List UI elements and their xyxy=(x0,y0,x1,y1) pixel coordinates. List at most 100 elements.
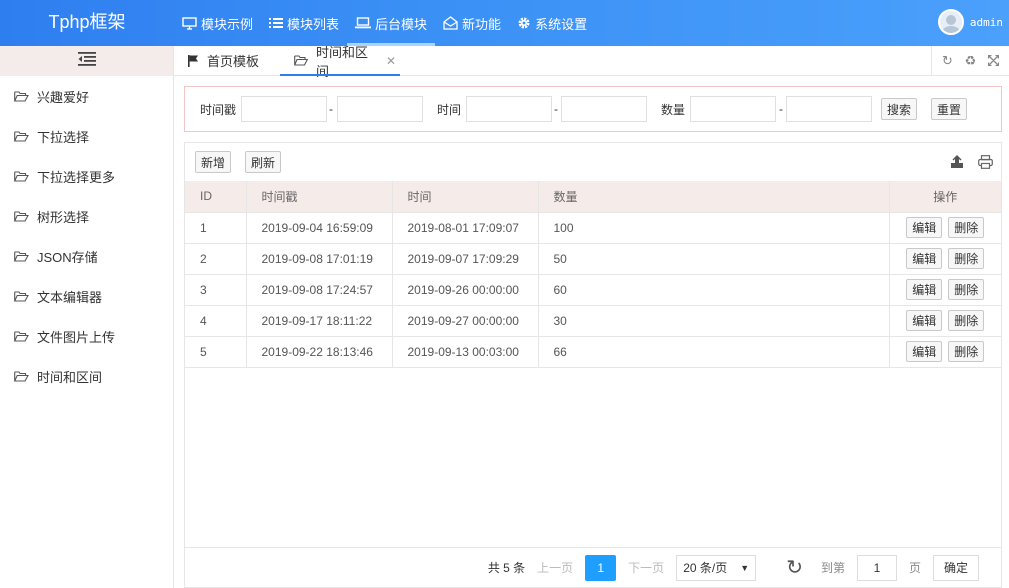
refresh-button[interactable]: 刷新 xyxy=(245,151,282,173)
nav-item-new-features[interactable]: 新功能 xyxy=(435,0,509,46)
goto-page-input[interactable]: 1 xyxy=(856,554,897,581)
total-count: 共 5 条 xyxy=(487,561,526,575)
cell-timestamp: 2019-09-22 18:13:46 xyxy=(246,336,393,368)
dash: - xyxy=(329,87,333,131)
sidebar-item-label: JSON存储 xyxy=(37,249,98,265)
edit-button[interactable]: 编辑 xyxy=(906,341,943,362)
nav-item-admin-module[interactable]: 后台模块 xyxy=(347,0,436,46)
envelope-open-icon xyxy=(443,16,458,30)
page-size-select[interactable]: 20 条/页 ▼ xyxy=(676,554,757,581)
nav-item-label: 后台模块 xyxy=(375,16,428,32)
indent-icon xyxy=(77,52,96,69)
quantity-label: 数量 xyxy=(661,102,686,117)
cell-quantity: 60 xyxy=(538,274,890,306)
time-label: 时间 xyxy=(437,102,462,117)
export-icon[interactable] xyxy=(950,155,964,169)
user-menu[interactable]: admin xyxy=(937,9,1003,35)
cell-timestamp: 2019-09-04 16:59:09 xyxy=(246,212,393,244)
nav-item-system-settings[interactable]: 系统设置 xyxy=(509,0,595,46)
recycle-icon[interactable]: ♻ xyxy=(959,53,982,69)
next-page-link[interactable]: 下一页 xyxy=(628,559,664,576)
time-filter: 时间 xyxy=(437,87,461,131)
table-header-row: ID 时间戳 时间 数量 操作 xyxy=(185,181,1001,213)
delete-button[interactable]: 删除 xyxy=(948,341,985,362)
edit-button[interactable]: 编辑 xyxy=(906,279,943,300)
delete-button[interactable]: 删除 xyxy=(948,217,985,238)
folder-open-icon xyxy=(14,90,29,102)
sidebar-item[interactable]: 下拉选择 xyxy=(0,116,173,156)
flag-icon xyxy=(188,54,199,67)
sidebar-item-label: 下拉选择 xyxy=(37,129,90,145)
delete-button[interactable]: 删除 xyxy=(948,248,985,269)
edit-button[interactable]: 编辑 xyxy=(906,248,943,269)
monitor-icon xyxy=(182,16,197,30)
folder-open-icon xyxy=(14,250,29,262)
nav-item-module-list[interactable]: 模块列表 xyxy=(261,0,347,46)
folder-open-icon xyxy=(14,290,29,302)
sidebar-collapse-toggle[interactable] xyxy=(0,46,173,76)
table-row: 1 2019-09-04 16:59:09 2019-08-01 17:09:07 1… xyxy=(185,212,1001,244)
sidebar-item[interactable]: 下拉选择更多 xyxy=(0,156,173,196)
sidebar-item[interactable]: JSON存储 xyxy=(0,236,173,276)
delete-button[interactable]: 删除 xyxy=(948,310,985,331)
edit-button[interactable]: 编辑 xyxy=(906,217,943,238)
gear-icon xyxy=(517,16,531,30)
time-end-input[interactable] xyxy=(561,96,647,122)
quantity-filter: 数量 xyxy=(661,87,685,131)
goto-label: 到第 xyxy=(820,561,845,575)
list-icon xyxy=(269,17,284,29)
top-header: Tphp框架 模块示例 模块列表 后台模块 新功能 系统设置 admin xyxy=(0,0,1009,46)
column-header[interactable]: 数量 xyxy=(538,181,890,213)
sidebar-item[interactable]: 树形选择 xyxy=(0,196,173,236)
brand-logo[interactable]: Tphp框架 xyxy=(0,0,174,46)
folder-open-icon xyxy=(14,210,29,222)
pagination: 共 5 条 上一页 1 下一页 20 条/页 ▼ ↻ 到第 1 页 确定 xyxy=(185,547,1001,587)
tab-time-range[interactable]: 时间和区间 ✕ xyxy=(280,45,400,79)
nav-item-label: 系统设置 xyxy=(535,16,588,32)
tab-home-template[interactable]: 首页模板 xyxy=(188,46,259,75)
reset-button[interactable]: 重置 xyxy=(931,98,968,120)
range-dash: - xyxy=(779,102,783,116)
timestamp-start-input[interactable] xyxy=(241,96,327,122)
data-table: ID 时间戳 时间 数量 操作 1 2019-09-04 16:59:09 2019… xyxy=(185,181,1001,368)
fullscreen-icon[interactable] xyxy=(982,55,1005,66)
cell-id: 3 xyxy=(185,274,247,306)
table-row: 3 2019-09-08 17:24:57 2019-09-26 00:00:00 6… xyxy=(185,274,1001,306)
print-icon[interactable] xyxy=(978,155,993,169)
folder-open-icon xyxy=(14,130,29,142)
sidebar-item[interactable]: 兴趣爱好 xyxy=(0,76,173,116)
add-button[interactable]: 新增 xyxy=(195,151,232,173)
nav-item-module-examples[interactable]: 模块示例 xyxy=(174,0,261,46)
sidebar-item[interactable]: 文件图片上传 xyxy=(0,316,173,356)
nav-item-label: 模块列表 xyxy=(287,16,340,32)
refresh-icon[interactable]: ↻ xyxy=(936,53,959,69)
quantity-min-input[interactable] xyxy=(690,96,776,122)
goto-confirm-button[interactable]: 确定 xyxy=(932,554,979,581)
edit-button[interactable]: 编辑 xyxy=(906,310,943,331)
sidebar-item-label: 兴趣爱好 xyxy=(37,89,90,105)
tab-tools: ↻ ♻ xyxy=(931,46,1009,75)
prev-page-link[interactable]: 上一页 xyxy=(537,559,573,576)
column-header[interactable]: 时间 xyxy=(392,181,539,213)
cell-time: 2019-09-07 17:09:29 xyxy=(392,243,539,275)
refresh-icon[interactable]: ↻ xyxy=(786,555,803,580)
page-unit-label: 页 xyxy=(908,561,921,575)
close-icon[interactable]: ✕ xyxy=(386,54,396,68)
column-header[interactable]: 时间戳 xyxy=(246,181,393,213)
delete-button[interactable]: 删除 xyxy=(948,279,985,300)
time-start-input[interactable] xyxy=(466,96,552,122)
cell-quantity: 100 xyxy=(538,212,890,244)
sidebar-item[interactable]: 文本编辑器 xyxy=(0,276,173,316)
timestamp-end-input[interactable] xyxy=(337,96,423,122)
sidebar-item[interactable]: 时间和区间 xyxy=(0,356,173,396)
table-toolbar: 新增 刷新 xyxy=(185,143,1001,181)
tab-label: 时间和区间 xyxy=(316,44,369,79)
current-page[interactable]: 1 xyxy=(585,554,617,581)
column-header[interactable]: ID xyxy=(185,181,247,213)
folder-open-icon xyxy=(14,330,29,342)
cell-time: 2019-09-27 00:00:00 xyxy=(392,305,539,337)
username: admin xyxy=(969,15,1003,29)
search-button[interactable]: 搜索 xyxy=(881,98,918,120)
nav-item-label: 模块示例 xyxy=(201,16,254,32)
quantity-max-input[interactable] xyxy=(786,96,872,122)
